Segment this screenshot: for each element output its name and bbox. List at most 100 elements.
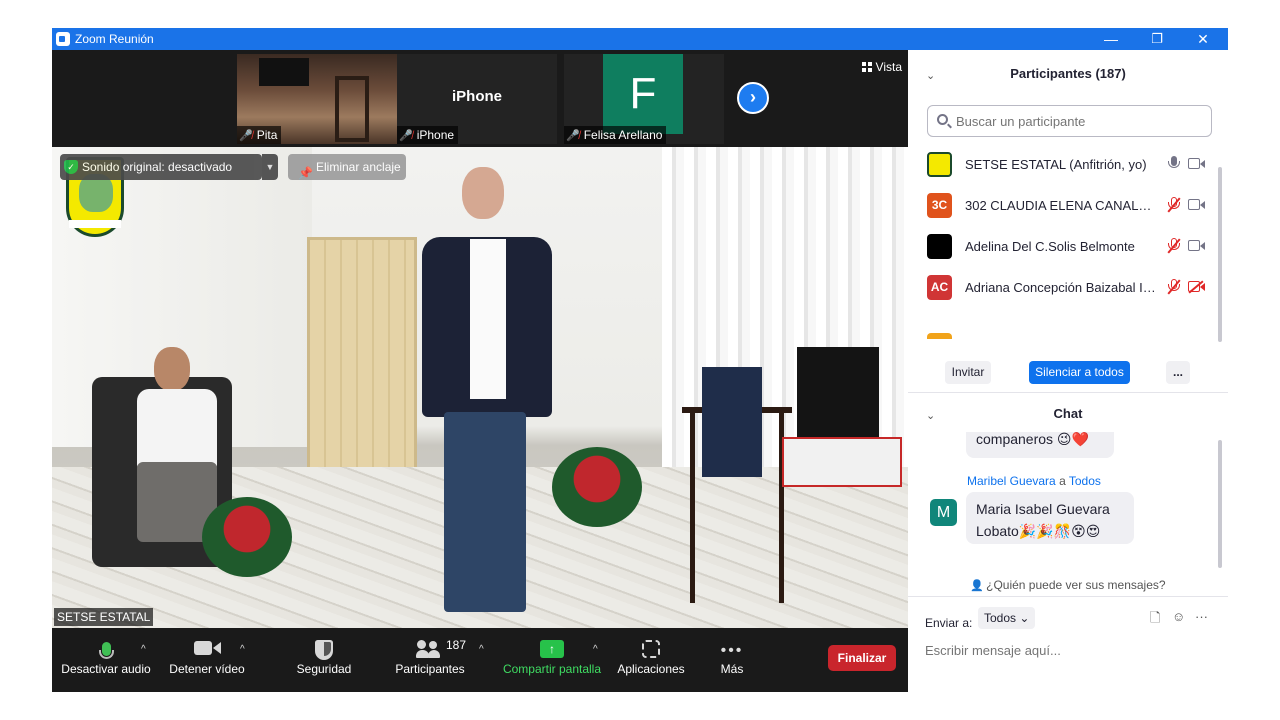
participant-row[interactable]: SETSE ESTATAL (Anfitrión, yo) [908,144,1220,185]
gallery-next-arrow-icon[interactable]: › [737,82,769,114]
chat-sender-name[interactable]: Maribel Guevara [967,474,1056,488]
more-dots-icon: ••• [720,642,744,659]
avatar-letter-tile: F [603,54,683,134]
participants-options-caret-icon[interactable]: ^ [479,644,484,655]
panel-divider [908,392,1228,393]
file-icon[interactable]: 🗋 [1150,609,1160,631]
microphone-muted-icon[interactable] [1167,279,1181,295]
chat-sender-avatar: M [930,499,957,526]
chat-messages: companeros 😉❤️ Maribel Guevara a Todos M… [908,432,1220,570]
original-sound-toggle[interactable]: ✓ Sonido original: desactivado [60,154,262,180]
audio-options-caret-icon[interactable]: ^ [141,644,146,655]
side-panel: ⌄ Participantes (187) SETSE ESTATAL (Anf… [908,50,1228,692]
camera-icon [213,642,221,654]
share-options-caret-icon[interactable]: ^ [593,644,598,655]
title-bar: Zoom Reunión — ❐ ✕ [52,28,1228,50]
video-scene [202,497,292,577]
participant-avatar [927,152,952,177]
camera-icon [194,641,212,655]
mute-audio-button[interactable]: Desactivar audio [58,628,154,692]
participant-avatar: 3C [927,193,952,218]
apps-icon [642,640,660,658]
participants-count: 187 [446,638,467,652]
chat-recipient: Todos [1068,474,1101,488]
thumbnail-scene [335,76,369,142]
invite-button[interactable]: Invitar [945,361,991,384]
who-can-see-text: ¿Quién puede ver sus mensajes? [986,578,1166,592]
participant-row[interactable]: AC Adriana Concepción Baizabal Ib... [908,267,1220,308]
camera-icon[interactable] [1188,240,1205,252]
active-speaker-name: SETSE ESTATAL [54,608,154,626]
chat-message-bubble: Maria Isabel Guevara Lobato🎉🎉🎊😵😍 [966,492,1134,544]
end-meeting-button[interactable]: Finalizar [828,645,896,671]
more-button[interactable]: ••• Más [712,628,752,692]
thumbnail-name-text: Felisa Arellano [583,128,663,142]
video-scene [782,437,902,487]
participant-list-scrollbar[interactable] [1218,167,1222,342]
restore-button[interactable]: ❐ [1134,28,1180,50]
thumbnail-name: 🎤̸ Felisa Arellano [564,126,667,144]
chat-message-input[interactable] [925,635,1215,665]
pin-icon: 📌 [298,166,313,180]
microphone-icon[interactable] [1167,156,1181,172]
person-icon: 👤 [970,580,985,592]
window-title: Zoom Reunión [75,32,154,46]
video-options-caret-icon[interactable]: ^ [240,644,245,655]
chat-scrollbar[interactable] [1218,440,1222,568]
thumbnail-scene [259,58,309,86]
video-scene [552,447,642,527]
video-area: 🎤̸ Pita iPhone 🎤̸ iPhone F 🎤̸ Felisa Arella… [52,50,908,692]
chat-panel-title: Chat [1053,406,1083,421]
video-scene [307,237,417,497]
close-button[interactable]: ✕ [1180,28,1226,50]
grid-view-icon [861,62,872,72]
video-thumbnail-iphone[interactable]: iPhone 🎤̸ iPhone [397,54,557,144]
meeting-toolbar: Desactivar audio ^ Detener vídeo ^ Segur… [52,628,908,692]
share-screen-label: Compartir pantalla [502,662,602,676]
participant-name: Adriana Concepción Baizabal Ib... [965,280,1160,295]
video-scene [797,347,879,439]
view-label: Vista [875,60,902,74]
microphone-muted-icon[interactable] [1167,197,1181,213]
chevron-down-icon: ⌄ [1019,611,1030,625]
participants-label: Participantes [395,662,465,676]
emoji-icon[interactable]: ☺ [1172,609,1185,624]
shield-icon [315,640,333,660]
share-screen-button[interactable]: ↑ Compartir pantalla [500,628,604,692]
security-button[interactable]: Seguridad [288,628,360,692]
thumbnail-name-text: iPhone [416,128,455,142]
chevron-down-icon[interactable]: ▼ [262,154,278,180]
thumbnail-name-text: Pita [256,128,278,142]
video-thumbnail-felisa-arellano[interactable]: F 🎤̸ Felisa Arellano [564,54,724,144]
camera-icon[interactable] [1188,199,1205,211]
participant-name: Adelina Del C.Solis Belmonte [965,239,1135,254]
panel-divider [908,596,1228,597]
apps-button[interactable]: Aplicaciones [614,628,688,692]
participant-avatar: AC [927,275,952,300]
original-sound-label: Sonido original: desactivado [82,160,233,174]
mute-all-button[interactable]: Silenciar a todos [1029,361,1130,384]
apps-label: Aplicaciones [617,662,685,676]
send-to-dropdown[interactable]: Todos ⌄ [978,607,1036,629]
participant-row[interactable]: Adelina Del C.Solis Belmonte [908,226,1220,267]
unpin-button[interactable]: 📌 Eliminar anclaje [288,154,406,180]
microphone-muted-icon[interactable] [1167,238,1181,254]
participant-list: SETSE ESTATAL (Anfitrión, yo) 3C 302 CLA… [908,144,1220,318]
participant-row[interactable]: 3C 302 CLAUDIA ELENA CANALES ... [908,185,1220,226]
camera-icon[interactable] [1188,158,1205,170]
chat-message-bubble: companeros 😉❤️ [966,432,1114,458]
video-thumbnail-pita[interactable]: 🎤̸ Pita [237,54,397,144]
more-options-button[interactable]: ... [1166,361,1190,384]
video-scene [702,367,762,477]
view-button[interactable]: Vista [861,60,902,74]
participants-icon [416,640,440,660]
minimize-button[interactable]: — [1088,28,1134,50]
mute-audio-label: Desactivar audio [61,662,151,676]
who-can-see-messages-link[interactable]: 👤 ¿Quién puede ver sus mensajes? [908,578,1228,592]
microphone-icon [99,650,114,659]
camera-off-icon[interactable] [1188,281,1205,293]
security-label: Seguridad [296,662,352,676]
stop-video-button[interactable]: Detener vídeo [164,628,250,692]
participant-search-input[interactable] [927,105,1212,137]
more-dots-icon[interactable]: ··· [1195,609,1208,624]
